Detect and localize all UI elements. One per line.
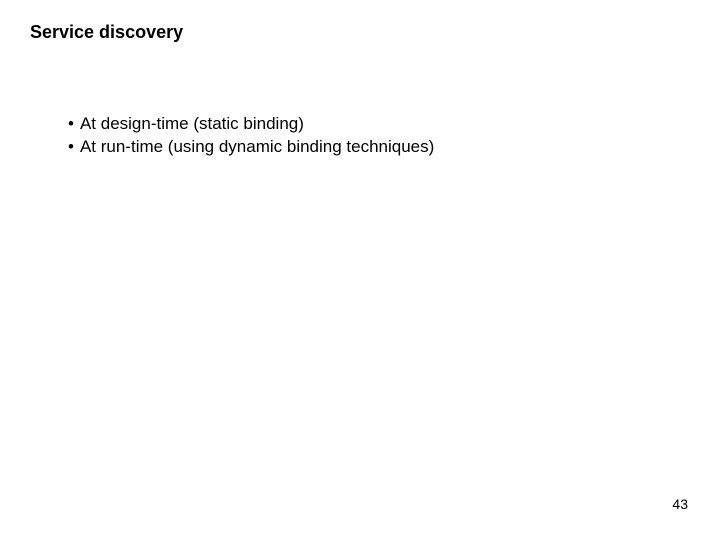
bullet-icon: • (68, 136, 74, 159)
slide-title: Service discovery (30, 22, 690, 43)
bullet-icon: • (68, 113, 74, 136)
bullet-list: • At design-time (static binding) • At r… (30, 113, 690, 159)
slide-container: Service discovery • At design-time (stat… (0, 0, 720, 540)
list-item: • At design-time (static binding) (68, 113, 690, 136)
list-item: • At run-time (using dynamic binding tec… (68, 136, 690, 159)
bullet-text: At run-time (using dynamic binding techn… (80, 136, 434, 159)
page-number: 43 (672, 496, 688, 512)
bullet-text: At design-time (static binding) (80, 113, 304, 136)
